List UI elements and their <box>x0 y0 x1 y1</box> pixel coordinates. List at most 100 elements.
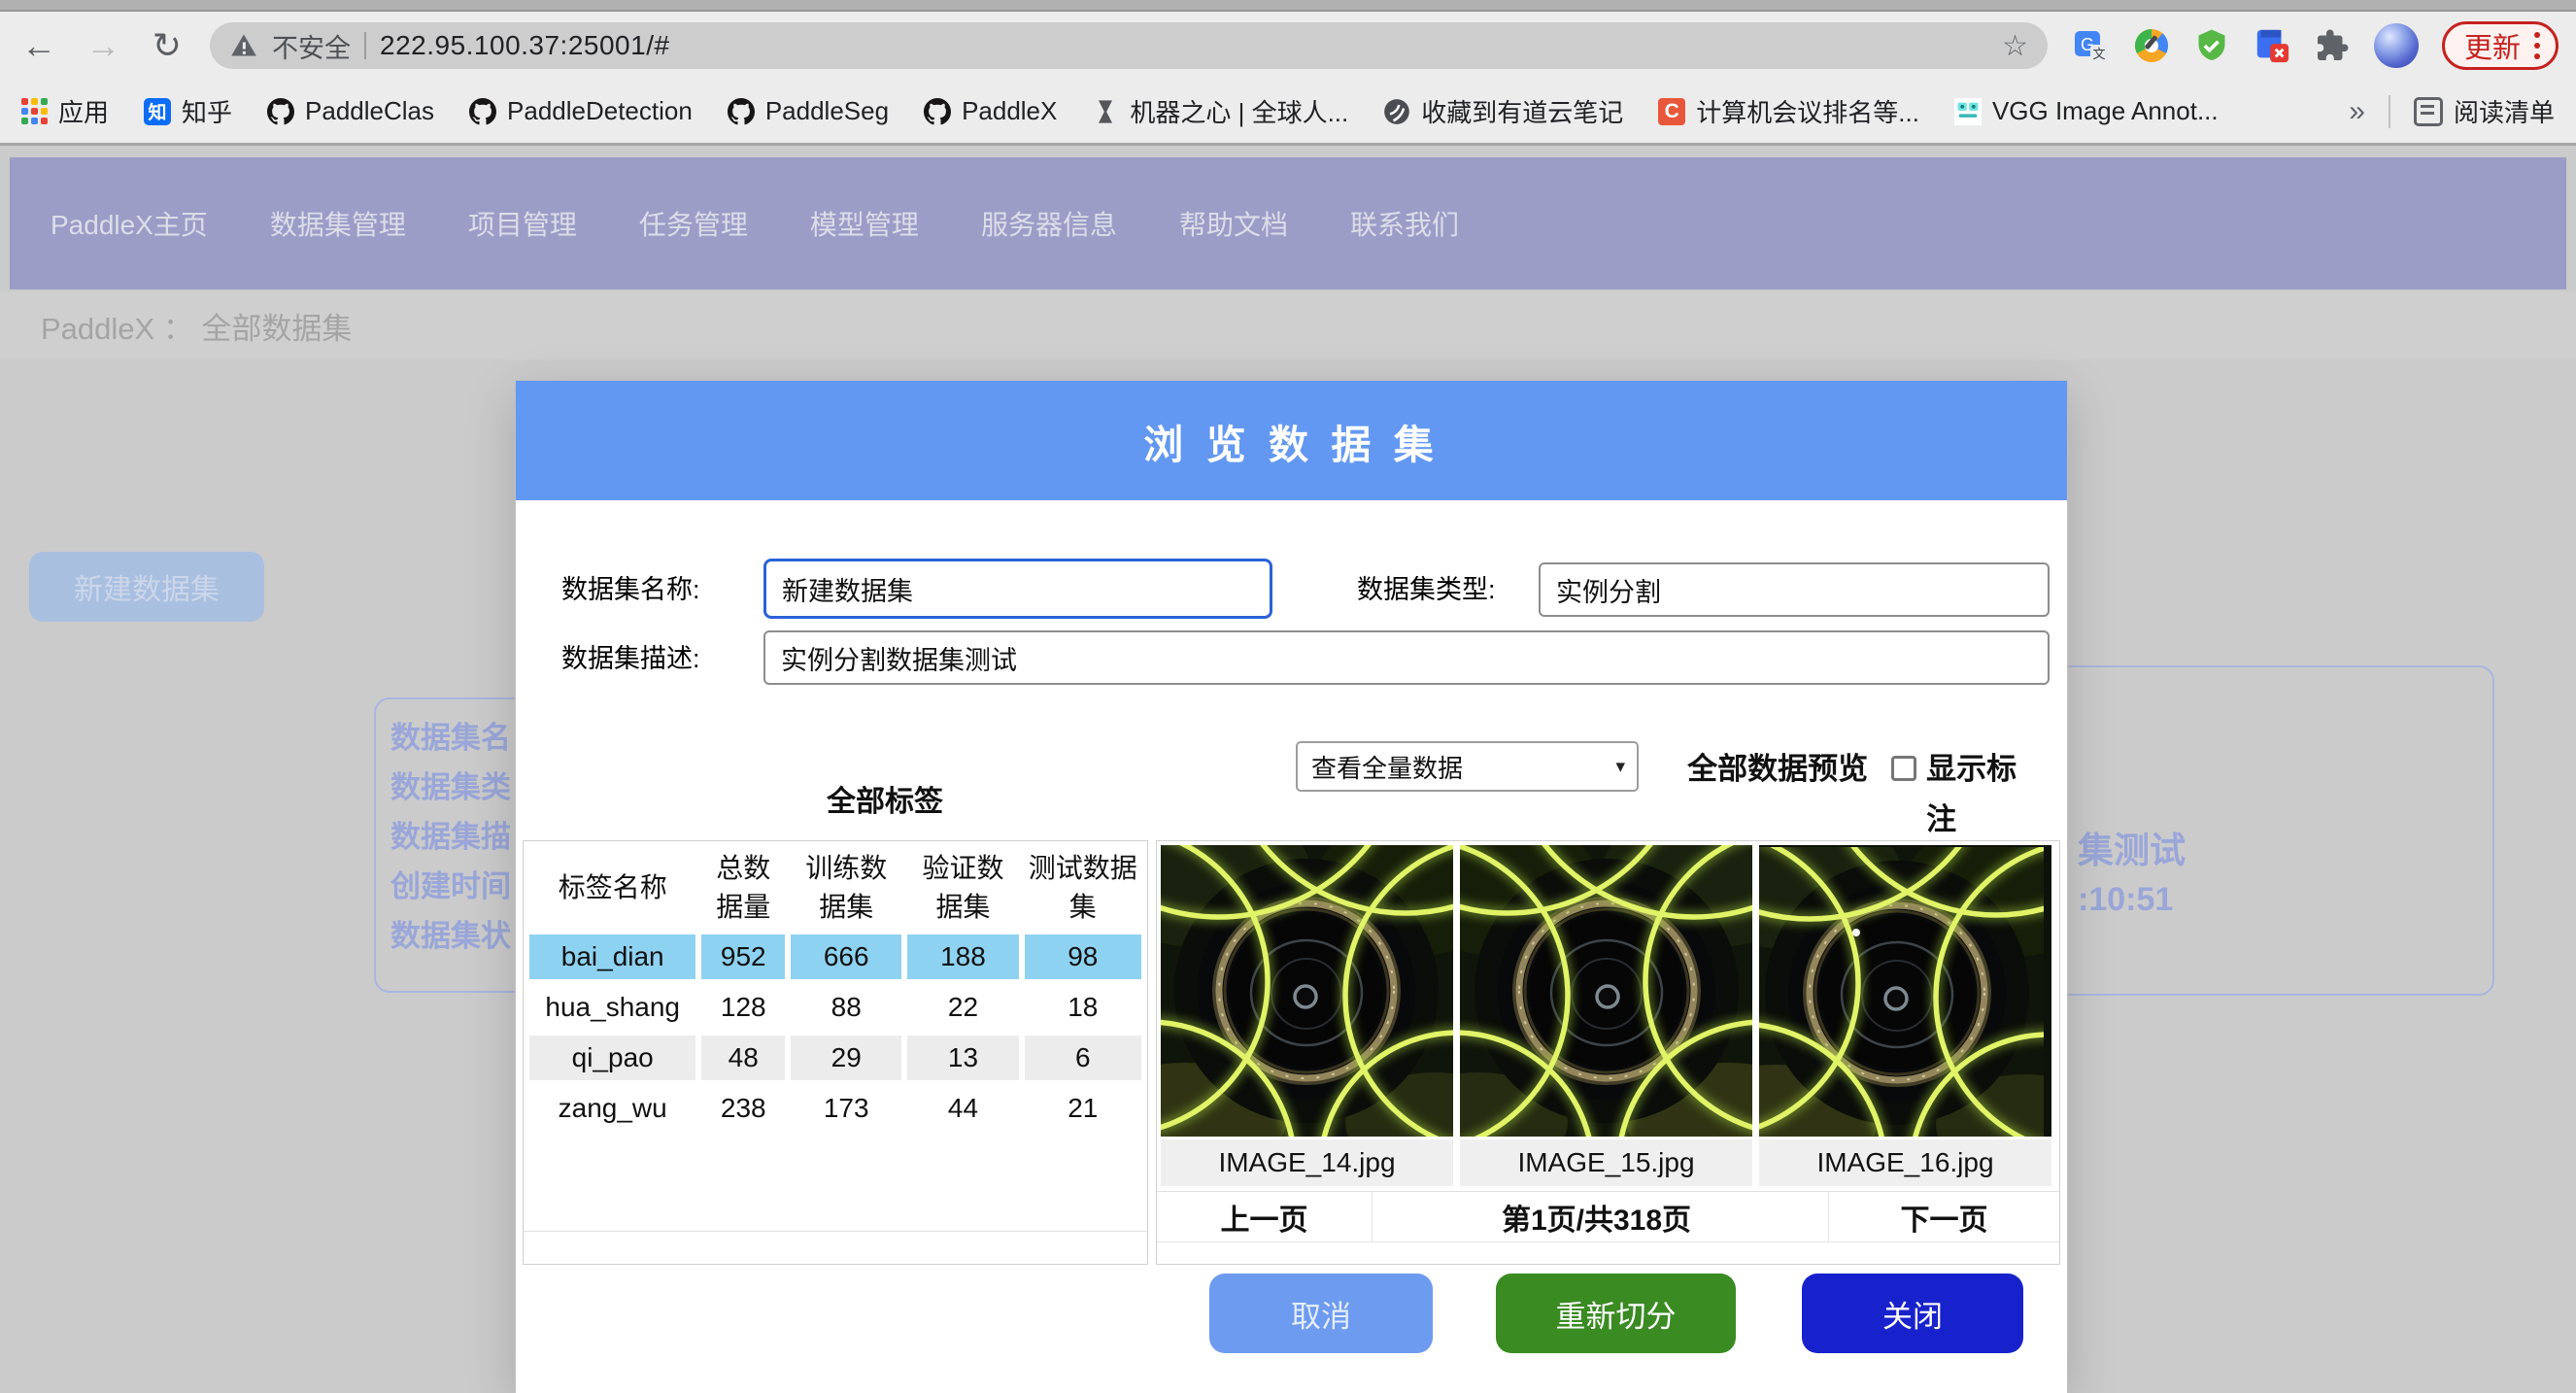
image-filename-2: IMAGE_15.jpg <box>1460 1139 1752 1186</box>
extensions-area: G文 更新 <box>2069 21 2559 70</box>
extensions-puzzle-icon[interactable] <box>2314 27 2351 64</box>
nav-item-help-docs: 帮助文档 <box>1179 204 1288 243</box>
dataset-name-input[interactable]: 新建数据集 <box>763 559 1272 619</box>
breadcrumb-bar: PaddleX ： 全部数据集 <box>0 291 2576 359</box>
color-wheel-extension-icon[interactable] <box>2133 27 2170 64</box>
close-button[interactable]: 关闭 <box>1802 1274 2023 1353</box>
web-page: PaddleX主页 数据集管理 项目管理 任务管理 模型管理 服务器信息 帮助文… <box>0 146 2576 1393</box>
cancel-button[interactable]: 取消 <box>1209 1274 1433 1353</box>
back-icon[interactable]: ← <box>17 25 60 66</box>
bookmark-conference-rank[interactable]: C 计算机会议排名等... <box>1658 93 1919 129</box>
tab-strip <box>0 0 2576 12</box>
github-icon <box>728 98 755 125</box>
table-row-bai-dian[interactable]: bai_dian 952 666 188 98 <box>529 934 1141 979</box>
page-info: 第1页/共318页 <box>1373 1192 1820 1241</box>
github-icon <box>469 98 496 125</box>
all-tags-header: 全部标签 <box>691 777 1079 820</box>
browser-toolbar: ← → ↻ 不安全 222.95.100.37:25001/# ☆ G文 <box>0 12 2576 80</box>
resplit-button[interactable]: 重新切分 <box>1496 1274 1736 1353</box>
modal-header: 浏 览 数 据 集 <box>516 381 2067 500</box>
reading-list-button[interactable]: 阅读清单 <box>2414 93 2555 129</box>
dataset-desc-label: 数据集描述: <box>561 628 700 690</box>
nav-item-task-management: 任务管理 <box>639 204 748 243</box>
menu-kebab-icon[interactable] <box>2534 32 2540 59</box>
nav-item-home: PaddleX主页 <box>51 204 208 243</box>
shield-extension-icon[interactable] <box>2193 27 2230 64</box>
c-letter-icon: C <box>1658 98 1685 125</box>
preview-controls: 全部数据预览 显示标注 <box>1641 744 2068 845</box>
dataset-type-label: 数据集类型: <box>1357 559 1496 621</box>
bookmark-paddleclas[interactable]: PaddleClas <box>267 96 434 126</box>
reload-icon[interactable]: ↻ <box>146 25 188 66</box>
nav-item-contact-us: 联系我们 <box>1350 204 1459 243</box>
show-annotation-label: 显示标注 <box>1926 744 2021 845</box>
table-header-row: 标签名称 总数据量 训练数据集 验证数据集 测试数据集 <box>529 847 1141 929</box>
omnibox-divider <box>364 32 366 59</box>
dataset-desc-input[interactable]: 实例分割数据集测试 <box>763 630 2050 685</box>
bookmark-paddlex[interactable]: PaddleX <box>924 96 1057 126</box>
url-text[interactable]: 222.95.100.37:25001/# <box>380 30 1988 61</box>
dataset-image-2 <box>1460 845 1752 1137</box>
via-icon <box>1954 98 1982 125</box>
table-row-zang-wu[interactable]: zang_wu 238 173 44 21 <box>529 1086 1141 1131</box>
new-dataset-button: 新建数据集 <box>29 552 264 622</box>
dataset-type-input[interactable]: 实例分割 <box>1539 562 2050 617</box>
bookmark-jiqizhixin[interactable]: 机器之心 | 全球人... <box>1092 93 1348 129</box>
zhihu-icon: 知 <box>144 98 171 125</box>
notes-extension-icon-with-error-badge[interactable] <box>2254 27 2290 64</box>
dataset-image-3 <box>1759 845 2051 1137</box>
nav-item-project-management: 项目管理 <box>468 204 577 243</box>
image-filename-3: IMAGE_16.jpg <box>1759 1139 2051 1186</box>
tags-table: 标签名称 总数据量 训练数据集 验证数据集 测试数据集 bai_dian 952… <box>524 841 1147 1137</box>
pagination-bar: 上一页 第1页/共318页 下一页 <box>1157 1191 2059 1241</box>
browse-dataset-modal: 浏 览 数 据 集 数据集名称: 新建数据集 数据集类型: 实例分割 数据集描述… <box>516 381 2067 1393</box>
next-page-button[interactable]: 下一页 <box>1828 1192 2059 1241</box>
prev-page-button[interactable]: 上一页 <box>1157 1192 1373 1241</box>
github-icon <box>924 98 951 125</box>
table-panel-footer <box>524 1231 1147 1264</box>
bookmarks-overflow-chevron[interactable]: » <box>2349 95 2365 128</box>
breadcrumb: PaddleX ： 全部数据集 <box>41 304 352 348</box>
table-row-qi-pao[interactable]: qi_pao 48 29 13 6 <box>529 1036 1141 1080</box>
table-row-hua-shang[interactable]: hua_shang 128 88 22 18 <box>529 985 1141 1030</box>
bookmark-paddledetection[interactable]: PaddleDetection <box>469 96 693 126</box>
bookmark-apps[interactable]: 应用 <box>21 93 109 129</box>
all-data-preview-label: 全部数据预览 <box>1687 752 1868 786</box>
bookmarks-divider <box>2389 95 2390 128</box>
reading-list-icon <box>2414 97 2443 126</box>
nav-item-model-management: 模型管理 <box>810 204 919 243</box>
svg-text:文: 文 <box>2092 47 2105 61</box>
not-secure-warning-icon <box>229 32 258 59</box>
chevron-down-icon: ▾ <box>1615 756 1625 778</box>
nav-item-server-info: 服务器信息 <box>981 204 1117 243</box>
pagination-footer-strip <box>1157 1241 2059 1265</box>
forward-icon[interactable]: → <box>82 25 124 66</box>
github-icon <box>267 98 294 125</box>
tags-table-panel: 标签名称 总数据量 训练数据集 验证数据集 测试数据集 bai_dian 952… <box>523 840 1148 1265</box>
dataset-image-1 <box>1161 845 1453 1137</box>
apps-grid-icon <box>21 98 48 124</box>
nav-item-dataset-management: 数据集管理 <box>270 204 406 243</box>
translate-extension-icon[interactable]: G文 <box>2073 27 2110 64</box>
jiqizhixin-icon <box>1092 98 1119 125</box>
bookmark-vgg-annotator[interactable]: VGG Image Annot... <box>1954 96 2219 126</box>
show-annotation-checkbox[interactable] <box>1891 756 1916 781</box>
profile-avatar[interactable] <box>2374 23 2419 68</box>
view-data-select[interactable]: 查看全量数据 ▾ <box>1296 741 1639 792</box>
address-bar[interactable]: 不安全 222.95.100.37:25001/# ☆ <box>210 22 2048 69</box>
bookmark-zhihu[interactable]: 知 知乎 <box>144 93 232 129</box>
main-navbar: PaddleX主页 数据集管理 项目管理 任务管理 模型管理 服务器信息 帮助文… <box>10 157 2566 289</box>
browser-window: ← → ↻ 不安全 222.95.100.37:25001/# ☆ G文 <box>0 0 2576 1393</box>
bookmark-paddleseg[interactable]: PaddleSeg <box>728 96 889 126</box>
security-label: 不安全 <box>272 27 351 65</box>
bookmark-star-icon[interactable]: ☆ <box>2002 29 2028 63</box>
image-filename-1: IMAGE_14.jpg <box>1161 1139 1453 1186</box>
image-preview-panel: IMAGE_14.jpg IMAGE_15.jpg IMAGE_16.jpg 上… <box>1156 840 2060 1265</box>
update-label: 更新 <box>2464 25 2521 66</box>
bookmarks-bar: 应用 知 知乎 PaddleClas PaddleDetection Paddl… <box>0 80 2576 146</box>
bookmark-youdao[interactable]: 收藏到有道云笔记 <box>1383 93 1623 129</box>
youdao-note-icon <box>1383 98 1410 125</box>
dataset-name-label: 数据集名称: <box>561 559 700 621</box>
chrome-update-button[interactable]: 更新 <box>2442 21 2559 70</box>
modal-title: 浏 览 数 据 集 <box>1143 412 1440 470</box>
